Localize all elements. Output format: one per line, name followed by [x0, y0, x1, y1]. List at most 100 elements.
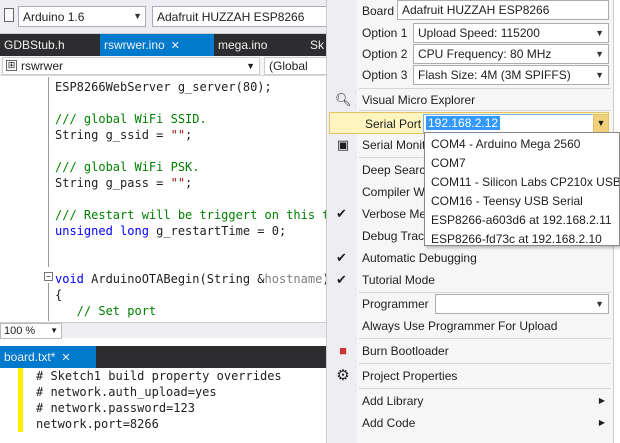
code-token: void: [55, 272, 84, 286]
chevron-down-icon: ▼: [133, 11, 142, 21]
code-line: String g_pass = "";: [55, 175, 192, 191]
tab-rswrwer[interactable]: rswrwer.ino ✕: [100, 34, 214, 56]
menu-item-automatic-debugging[interactable]: ✔ Automatic Debugging: [327, 247, 615, 269]
file-icon[interactable]: [4, 8, 14, 22]
code-token: g_restartTime = 0;: [148, 224, 287, 238]
menu-label: Debug Trac: [362, 229, 425, 243]
code-token: "": [170, 128, 186, 142]
serial-port-option[interactable]: ESP8266-fd73c at 192.168.2.10: [431, 230, 602, 245]
code-editor[interactable]: − ESP8266WebServer g_server(80); /// glob…: [0, 77, 328, 321]
text-line: # network.password=123: [36, 401, 195, 415]
menu-label: Add Code: [362, 416, 416, 430]
chevron-down-icon: ▼: [595, 49, 604, 59]
board-select[interactable]: Adafruit HUZZAH ESP8266: [152, 6, 328, 27]
scope-select[interactable]: (Global Sco: [264, 57, 328, 89]
ide-version-select[interactable]: Arduino 1.6 ▼: [18, 6, 146, 27]
chevron-down-icon: ▼: [595, 28, 604, 38]
code-token: ArduinoOTABegin(String &: [83, 272, 265, 286]
menu-item-project-properties[interactable]: ⚙ Project Properties: [327, 365, 615, 387]
code-line: /// global WiFi PSK.: [55, 159, 200, 175]
chevron-down-icon: ▼: [246, 61, 255, 71]
option2-combo[interactable]: CPU Frequency: 80 MHz ▼: [413, 44, 609, 64]
code-line: /// global WiFi SSID.: [55, 111, 207, 127]
serial-port-combo[interactable]: 192.168.2.12 ▼: [423, 114, 609, 133]
code-token: /// global WiFi SSID.: [55, 112, 207, 126]
menu-item-visual-micro-explorer[interactable]: 🔍︎ Visual Micro Explorer: [327, 89, 615, 111]
option3-combo[interactable]: Flash Size: 4M (3M SPIFFS) ▼: [413, 65, 609, 85]
code-line: unsigned long g_restartTime = 0;: [55, 223, 286, 239]
serial-port-option[interactable]: COM11 - Silicon Labs CP210x USB to: [431, 173, 619, 192]
close-icon[interactable]: ✕: [61, 352, 70, 364]
submenu-arrow-icon: ▶: [598, 396, 605, 405]
option1-value: Upload Speed: 115200: [418, 26, 540, 40]
document-tabs: GDBStub.h rswrwer.ino ✕ mega.ino Sk: [0, 34, 328, 56]
menu-separator: [359, 338, 611, 339]
code-token: ESP8266WebServer g_server(80);: [55, 80, 272, 94]
option3-value: Flash Size: 4M (3M SPIFFS): [418, 68, 571, 82]
menu-item-tutorial-mode[interactable]: ✔ Tutorial Mode: [327, 269, 615, 291]
menu-label: Always Use Programmer For Upload: [362, 319, 558, 333]
checkmark-icon: ✔: [336, 272, 347, 287]
project-select[interactable]: ⊞ rswrwer ▼: [2, 57, 260, 75]
tab-label: Sk: [310, 38, 325, 52]
tab-gdbstub[interactable]: GDBStub.h: [0, 34, 100, 56]
programmer-combo[interactable]: ▼: [435, 294, 609, 314]
checkmark-icon: ✔: [336, 206, 347, 221]
chevron-down-icon: ▼: [595, 299, 604, 309]
code-token: String g_ssid =: [55, 128, 171, 142]
serial-port-option[interactable]: COM16 - Teensy USB Serial: [431, 192, 583, 211]
menu-label: Automatic Debugging: [362, 251, 477, 265]
monitor-icon: ▣: [336, 137, 350, 152]
code-token: unsigned long: [55, 224, 149, 238]
menu-item-burn-bootloader[interactable]: ■ Burn Bootloader: [327, 340, 615, 362]
menu-label: Deep Search: [362, 163, 433, 177]
option1-combo[interactable]: Upload Speed: 115200 ▼: [413, 23, 609, 43]
board-label: Board: [362, 4, 395, 18]
navigation-bar: ⊞ rswrwer ▼ (Global Sco: [0, 56, 328, 89]
menu-item-add-library[interactable]: Add Library ▶: [327, 390, 615, 412]
board-combo-value: Adafruit HUZZAH ESP8266: [402, 3, 550, 17]
close-icon[interactable]: ✕: [171, 40, 180, 52]
menu-label: Burn Bootloader: [362, 344, 449, 358]
code-token: /// global WiFi PSK.: [55, 160, 200, 174]
menu-item-add-code[interactable]: Add Code ▶: [327, 412, 615, 434]
serial-port-option[interactable]: COM4 - Arduino Mega 2560: [431, 135, 580, 154]
code-token: ArduinoOTA.setPort(8266);: [55, 320, 258, 321]
bootloader-icon: ■: [339, 343, 347, 358]
project-name: rswrwer: [21, 59, 63, 73]
tab-board-txt[interactable]: board.txt* ✕: [0, 346, 96, 368]
chevron-down-icon: ▼: [50, 326, 58, 335]
menu-label: Compiler W: [362, 185, 425, 199]
board-combo[interactable]: Adafruit HUZZAH ESP8266: [397, 0, 609, 20]
option3-label: Option 3: [362, 68, 408, 82]
chevron-down-icon[interactable]: ▼: [593, 114, 609, 133]
change-marker: [18, 400, 23, 416]
serial-port-value: 192.168.2.12: [426, 116, 501, 130]
code-line: String g_ssid = "";: [55, 127, 192, 143]
serial-port-dropdown: COM4 - Arduino Mega 2560 COM7 COM11 - Sili…: [424, 132, 620, 246]
tab-label: rswrwer.ino: [104, 38, 165, 52]
code-token: String g_pass =: [55, 176, 171, 190]
toolbar: Arduino 1.6 ▼ Adafruit HUZZAH ESP8266: [0, 0, 328, 34]
tab-sketch[interactable]: Sk: [306, 34, 328, 56]
ide-version-value: Arduino 1.6: [23, 9, 85, 24]
change-marker: [18, 384, 23, 400]
zoom-select[interactable]: 100 % ▼: [0, 323, 62, 339]
menu-label: Add Library: [362, 394, 424, 408]
code-token: /// Restart will be triggert on this ti: [55, 208, 328, 222]
serial-port-option[interactable]: COM7: [431, 154, 466, 173]
serial-port-option[interactable]: ESP8266-a603d6 at 192.168.2.11: [431, 211, 612, 230]
code-token: ;: [185, 128, 193, 142]
code-token: hostname: [264, 272, 323, 286]
menu-item-always-use-programmer[interactable]: Always Use Programmer For Upload: [327, 315, 615, 337]
text-line: network.port=8266: [36, 417, 159, 431]
option2-value: CPU Frequency: 80 MHz: [418, 47, 552, 61]
search-icon: 🔍︎: [335, 92, 352, 107]
board-txt-editor[interactable]: # Sketch1 build property overrides # netw…: [0, 368, 328, 443]
code-token: {: [55, 288, 63, 302]
collapse-icon[interactable]: −: [44, 272, 53, 281]
project-icon: ⊞: [6, 60, 17, 71]
programmer-label: Programmer: [362, 297, 429, 311]
outline-guide: [48, 283, 49, 321]
tab-mega[interactable]: mega.ino: [214, 34, 306, 56]
